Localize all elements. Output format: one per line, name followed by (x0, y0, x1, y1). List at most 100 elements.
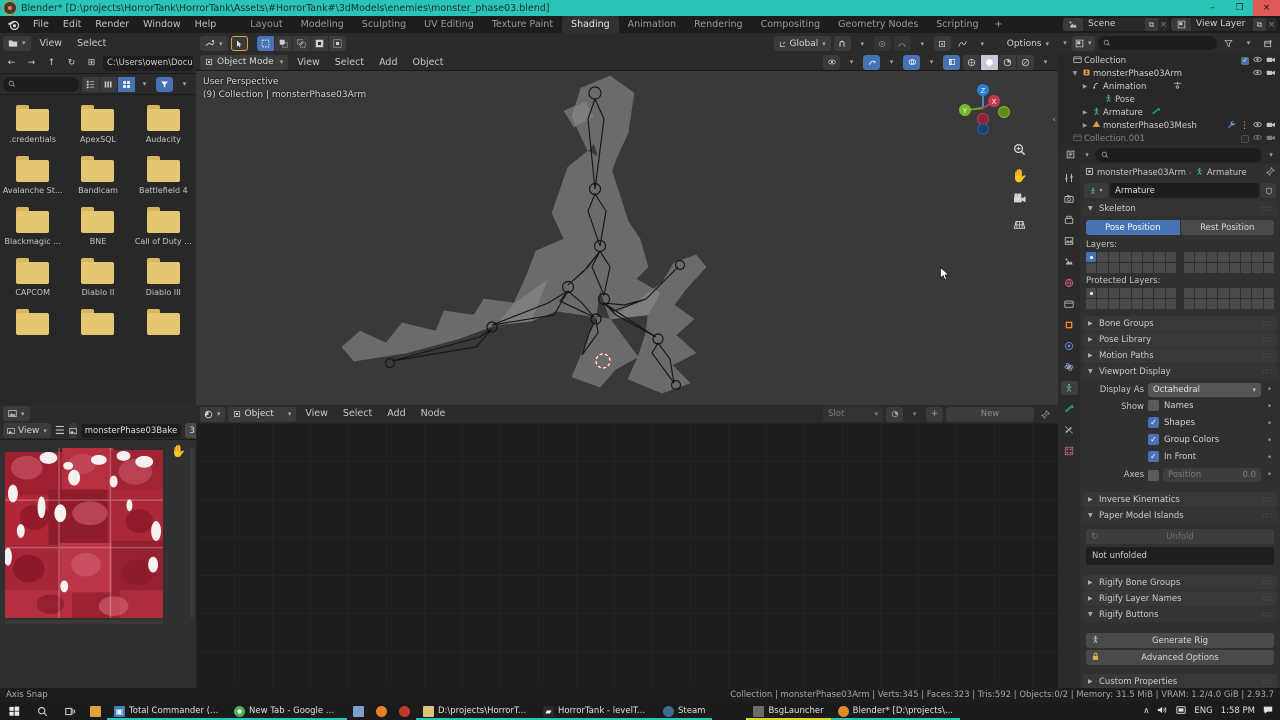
tray-volume-icon[interactable] (1157, 705, 1168, 718)
image-name-field[interactable]: monsterPhase03Bake (80, 423, 182, 438)
grid-icon[interactable] (1013, 218, 1026, 234)
visibility-icon[interactable] (823, 54, 840, 70)
properties-tab-modifier[interactable] (1061, 339, 1078, 353)
properties-tab-bone-constraint[interactable] (1061, 423, 1078, 437)
hand-icon[interactable]: ✋ (1012, 169, 1028, 184)
exclude-checkbox[interactable]: ✓ (1241, 56, 1249, 65)
transform-orientation-selector[interactable]: Global (773, 36, 831, 51)
viewport-options-button[interactable]: Options (1002, 36, 1054, 51)
panel-header-rigify-buttons[interactable]: ▼ Rigify Buttons ∷∷ (1083, 607, 1277, 622)
animate-property-dot[interactable]: • (1265, 470, 1274, 480)
proportional-edit-icon[interactable] (873, 36, 891, 51)
taskbar-item-firefox[interactable] (370, 702, 393, 720)
pose-position-button[interactable]: Pose Position (1086, 220, 1180, 235)
animate-property-dot[interactable]: • (1265, 453, 1274, 463)
file-search-input[interactable] (3, 76, 79, 92)
viewport-menu-add[interactable]: Add (373, 54, 403, 71)
filter-funnel-icon[interactable] (156, 76, 173, 92)
panel-header-pose-library[interactable]: ▶ Pose Library ∷∷ (1083, 332, 1277, 347)
disclosure-icon[interactable]: ▼ (1070, 70, 1080, 77)
file-item[interactable]: Blackmagic ... (0, 207, 65, 246)
armature-name-field[interactable]: Armature (1110, 183, 1259, 198)
more-options-icon[interactable]: ⋮ (1240, 121, 1249, 131)
select-subtract-icon[interactable] (292, 36, 310, 51)
file-item[interactable]: Battlefield 4 (131, 156, 196, 195)
zoom-icon[interactable] (1013, 143, 1026, 160)
menu-window[interactable]: Window (136, 16, 187, 33)
shader-menu-add[interactable]: Add (381, 405, 411, 423)
file-item[interactable]: BNE (65, 207, 130, 246)
shading-material-preview-icon[interactable] (999, 54, 1016, 70)
disclosure-icon[interactable]: ▶ (1080, 122, 1090, 129)
file-item[interactable]: CAPCOM (0, 258, 65, 297)
outliner-row-collection-001[interactable]: Collection.001 (1058, 132, 1280, 145)
object-mode-selector[interactable]: Object Mode ▾ (200, 54, 289, 70)
hide-eye-icon[interactable] (1253, 68, 1262, 79)
file-browser-menu-view[interactable]: View (34, 33, 69, 54)
properties-search-input[interactable] (1095, 147, 1262, 162)
disable-render-camera-icon[interactable] (1266, 68, 1276, 79)
task-view-icon[interactable] (56, 702, 84, 720)
taskbar-item-explorer-pinned[interactable] (84, 702, 107, 720)
file-item[interactable]: Audacity (131, 105, 196, 144)
taskbar-item-unity[interactable]: ▰ HorrorTank - levelTest... (536, 702, 656, 720)
axes-checkbox[interactable] (1148, 469, 1159, 481)
modifier-wrench-icon[interactable] (1227, 120, 1236, 131)
properties-tab-object-data-armature[interactable] (1060, 381, 1078, 395)
file-item[interactable]: ApexSQL (65, 105, 130, 144)
properties-tab-tool[interactable] (1061, 171, 1078, 185)
hand-icon[interactable]: ✋ (171, 444, 186, 458)
taskbar-item-blender[interactable]: Blender* [D:\projects\... (830, 702, 960, 720)
taskbar-item-explorer-window[interactable]: D:\projects\HorrorTa... (416, 702, 536, 720)
new-material-button[interactable]: New (946, 406, 1034, 422)
outliner-filter-funnel-icon[interactable] (1220, 36, 1237, 51)
gizmo-icon[interactable] (863, 54, 880, 70)
shader-node-canvas[interactable] (196, 423, 1058, 687)
viewport-menu-object[interactable]: Object (406, 54, 449, 71)
file-browser-menu-select[interactable]: Select (71, 33, 112, 54)
panel-header-viewport-display[interactable]: ▼ Viewport Display ∷∷ (1083, 364, 1277, 379)
proportional-falloff-icon[interactable] (893, 36, 911, 51)
maximize-button[interactable]: ❐ (1226, 0, 1253, 16)
select-intersect-icon[interactable] (328, 36, 346, 51)
breadcrumb-data-name[interactable]: Armature (1207, 168, 1247, 178)
shader-editor-type-selector[interactable] (200, 406, 225, 422)
properties-tab-scene[interactable] (1061, 255, 1078, 269)
display-mode-vertical-list-icon[interactable] (82, 76, 99, 92)
camera-icon[interactable] (1013, 193, 1027, 209)
image-scrollbar-horizontal[interactable] (5, 620, 163, 624)
tweak-tool-icon[interactable] (230, 36, 248, 51)
panel-header-paper-model-islands[interactable]: ▼ Paper Model Islands ∷∷ (1083, 508, 1277, 523)
workspace-tab-geometry-nodes[interactable]: Geometry Nodes (829, 16, 927, 33)
filter-chevron-down-icon[interactable]: ▾ (176, 77, 193, 92)
viewport-menu-view[interactable]: View (291, 54, 326, 71)
scene-new-button[interactable]: ⧉ (1145, 18, 1158, 31)
taskbar-item-chrome[interactable]: New Tab - Google Ch... (227, 702, 347, 720)
hide-eye-icon[interactable] (1253, 120, 1262, 131)
outliner-row-animation[interactable]: ▶ Animation (1058, 80, 1280, 93)
names-checkbox[interactable] (1148, 400, 1159, 411)
new-folder-icon[interactable]: ⊞ (83, 56, 100, 71)
menu-help[interactable]: Help (188, 16, 224, 33)
workspace-tab-animation[interactable]: Animation (619, 16, 685, 33)
file-item[interactable] (65, 309, 130, 335)
tray-chevron-up-icon[interactable]: ∧ (1143, 706, 1149, 716)
file-item[interactable] (131, 309, 196, 335)
armature-browse-icon[interactable]: ▾ (1084, 183, 1108, 198)
nav-forward-icon[interactable]: → (23, 56, 40, 71)
workspace-tab-layout[interactable]: Layout (241, 16, 291, 33)
outliner-row-pose[interactable]: Pose (1058, 93, 1280, 106)
scene-remove-button[interactable]: × (1158, 20, 1169, 30)
outliner-row-armature-object[interactable]: ▼ monsterPhase03Arm (1058, 67, 1280, 80)
group-colors-checkbox[interactable]: ✓ (1148, 434, 1159, 445)
image-editor-canvas[interactable]: ✋ (0, 440, 196, 686)
tray-language-indicator[interactable]: ENG (1194, 706, 1212, 716)
snap-chevron-down-icon[interactable]: ▾ (854, 36, 871, 51)
file-item[interactable] (0, 309, 65, 335)
disclosure-icon[interactable]: ▶ (1080, 83, 1090, 90)
visibility-chevron-down-icon[interactable]: ▾ (843, 55, 860, 70)
taskbar-item-bsglauncher[interactable]: BsgLauncher (746, 702, 831, 720)
panel-header-inverse-kinematics[interactable]: ▶ Inverse Kinematics ∷∷ (1083, 492, 1277, 507)
overlays-chevron-down-icon[interactable]: ▾ (923, 55, 940, 70)
properties-type-chevron-down-icon[interactable]: ▾ (1083, 147, 1091, 162)
